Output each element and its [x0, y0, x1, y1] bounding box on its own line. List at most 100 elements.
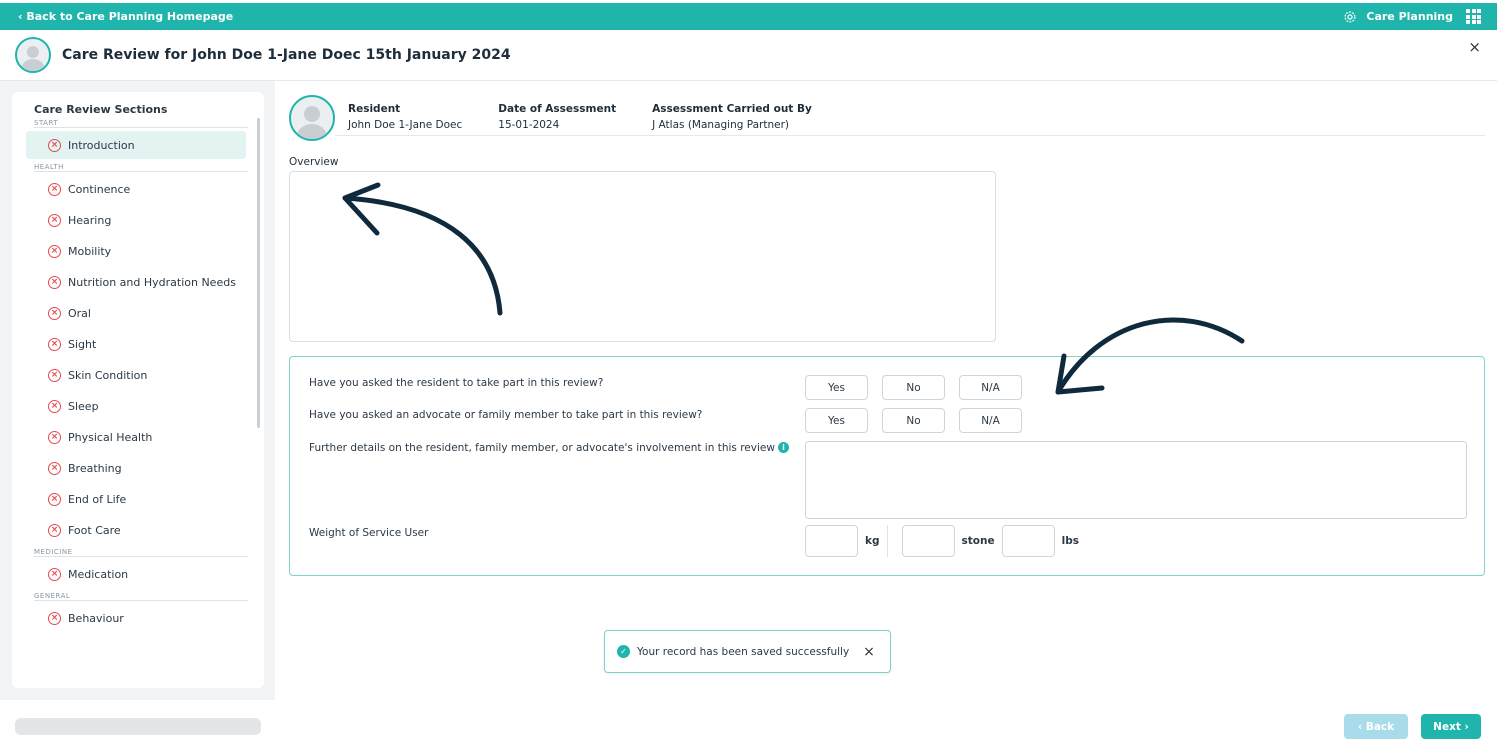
back-to-homepage-link[interactable]: ‹ Back to Care Planning Homepage: [18, 10, 233, 23]
gear-icon[interactable]: [1343, 10, 1357, 24]
stone-unit: stone: [961, 535, 995, 547]
sidebar-item-label: Oral: [68, 306, 91, 320]
check-circle-icon: ✓: [617, 645, 630, 658]
sidebar-item-label: Breathing: [68, 461, 122, 475]
sidebar-item-end-of-life[interactable]: × End of Life: [26, 485, 246, 513]
sidebar-item-label: Foot Care: [68, 523, 121, 537]
weight-label: Weight of Service User: [309, 527, 429, 539]
sections-sidebar: Care Review Sections START × Introduction…: [12, 92, 264, 688]
incomplete-icon: ×: [48, 213, 61, 227]
sidebar-item-label: Continence: [68, 182, 131, 196]
kg-unit: kg: [865, 535, 880, 547]
question-resident-involvement: Have you asked the resident to take part…: [309, 377, 604, 389]
q1-na-button[interactable]: N/A: [959, 375, 1022, 400]
progress-bar: [15, 718, 261, 735]
sidebar-group-health: HEALTH: [34, 162, 248, 172]
info-icon[interactable]: i: [777, 442, 789, 453]
sidebar-item-hearing[interactable]: × Hearing: [26, 206, 246, 234]
sidebar-item-label: Mobility: [68, 244, 112, 258]
sidebar-item-nutrition[interactable]: × Nutrition and Hydration Needs: [26, 268, 246, 296]
sidebar-item-sight[interactable]: × Sight: [26, 330, 246, 358]
overview-textarea[interactable]: [289, 171, 996, 342]
page-header: Care Review for John Doe 1-Jane Doec 15t…: [0, 30, 1497, 81]
incomplete-icon: ×: [48, 430, 61, 444]
page-title: Care Review for John Doe 1-Jane Doec 15t…: [62, 47, 511, 63]
overview-label: Overview: [289, 156, 339, 168]
sidebar-item-label: Hearing: [68, 213, 112, 227]
sidebar-item-behaviour[interactable]: × Behaviour: [26, 604, 246, 632]
app-name: Care Planning: [1366, 10, 1453, 23]
resident-value: John Doe 1-Jane Doec: [348, 119, 463, 131]
resident-label: Resident: [348, 103, 401, 115]
avatar: [15, 37, 51, 73]
page-body: Care Review Sections START × Introduction…: [0, 81, 1497, 700]
assessor-value: J Atlas (Managing Partner): [652, 119, 789, 131]
incomplete-icon: ×: [48, 399, 61, 413]
sidebar-item-label: Introduction: [68, 138, 135, 152]
q2-yes-button[interactable]: Yes: [805, 408, 868, 433]
question-label: Further details on the resident, family …: [309, 442, 775, 454]
weight-stone-input[interactable]: [901, 525, 955, 557]
sidebar-item-label: Sleep: [68, 399, 99, 413]
sidebar-item-breathing[interactable]: × Breathing: [26, 454, 246, 482]
incomplete-icon: ×: [48, 306, 61, 320]
sidebar-item-label: Sight: [68, 337, 97, 351]
top-bar: ‹ Back to Care Planning Homepage Care Pl…: [0, 3, 1497, 30]
assessor-label: Assessment Carried out By: [652, 103, 812, 115]
success-toast: ✓ Your record has been saved successfull…: [604, 630, 891, 673]
divider: [886, 525, 888, 557]
sidebar-item-label: Skin Condition: [68, 368, 148, 382]
sidebar-group-medicine: MEDICINE: [34, 547, 248, 557]
sidebar-item-foot-care[interactable]: × Foot Care: [26, 516, 246, 544]
sidebar-item-label: Medication: [68, 567, 129, 581]
q1-no-button[interactable]: No: [882, 375, 945, 400]
further-details-textarea[interactable]: [805, 441, 1467, 519]
sidebar-item-medication[interactable]: × Medication: [26, 560, 246, 588]
divider: [335, 135, 1485, 136]
question-advocate-involvement: Have you asked an advocate or family mem…: [309, 409, 703, 421]
back-button[interactable]: ‹ Back: [1344, 714, 1408, 739]
sidebar-item-oral[interactable]: × Oral: [26, 299, 246, 327]
weight-kg-input[interactable]: [805, 525, 858, 557]
incomplete-icon: ×: [48, 337, 61, 351]
resident-avatar: [289, 95, 335, 141]
sidebar-item-label: Physical Health: [68, 430, 153, 444]
date-label: Date of Assessment: [498, 103, 617, 115]
incomplete-icon: ×: [48, 275, 61, 289]
incomplete-icon: ×: [48, 567, 61, 581]
footer-bar: ‹ Back Next ›: [0, 700, 1497, 747]
date-value: 15-01-2024: [498, 119, 560, 131]
sidebar-item-label: Nutrition and Hydration Needs: [68, 275, 236, 289]
incomplete-icon: ×: [48, 368, 61, 382]
question-further-details: Further details on the resident, family …: [309, 442, 789, 454]
q2-na-button[interactable]: N/A: [959, 408, 1022, 433]
incomplete-icon: ×: [48, 492, 61, 506]
next-button[interactable]: Next ›: [1421, 714, 1481, 739]
toast-message: Your record has been saved successfully: [637, 645, 850, 658]
app-grid-icon[interactable]: [1466, 9, 1481, 24]
sidebar-item-physical-health[interactable]: × Physical Health: [26, 423, 246, 451]
lbs-unit: lbs: [1061, 535, 1079, 547]
sidebar-item-continence[interactable]: × Continence: [26, 175, 246, 203]
toast-close-icon[interactable]: ×: [863, 644, 875, 660]
sidebar-scrollbar[interactable]: [257, 118, 260, 428]
sidebar-group-general: GENERAL: [34, 591, 248, 601]
sidebar-item-sleep[interactable]: × Sleep: [26, 392, 246, 420]
incomplete-icon: ×: [48, 611, 61, 625]
incomplete-icon: ×: [48, 138, 61, 152]
q2-no-button[interactable]: No: [882, 408, 945, 433]
q1-yes-button[interactable]: Yes: [805, 375, 868, 400]
weight-lbs-input[interactable]: [1001, 525, 1055, 557]
incomplete-icon: ×: [48, 182, 61, 196]
incomplete-icon: ×: [48, 523, 61, 537]
incomplete-icon: ×: [48, 461, 61, 475]
close-icon[interactable]: ×: [1468, 38, 1481, 56]
sidebar-item-label: Behaviour: [68, 611, 124, 625]
sidebar-item-introduction[interactable]: × Introduction: [26, 131, 246, 159]
sidebar-item-skin-condition[interactable]: × Skin Condition: [26, 361, 246, 389]
sidebar-title: Care Review Sections: [34, 103, 168, 116]
incomplete-icon: ×: [48, 244, 61, 258]
main-content: Resident John Doe 1-Jane Doec Date of Ass…: [275, 81, 1497, 700]
sidebar-item-mobility[interactable]: × Mobility: [26, 237, 246, 265]
sidebar-item-label: End of Life: [68, 492, 127, 506]
